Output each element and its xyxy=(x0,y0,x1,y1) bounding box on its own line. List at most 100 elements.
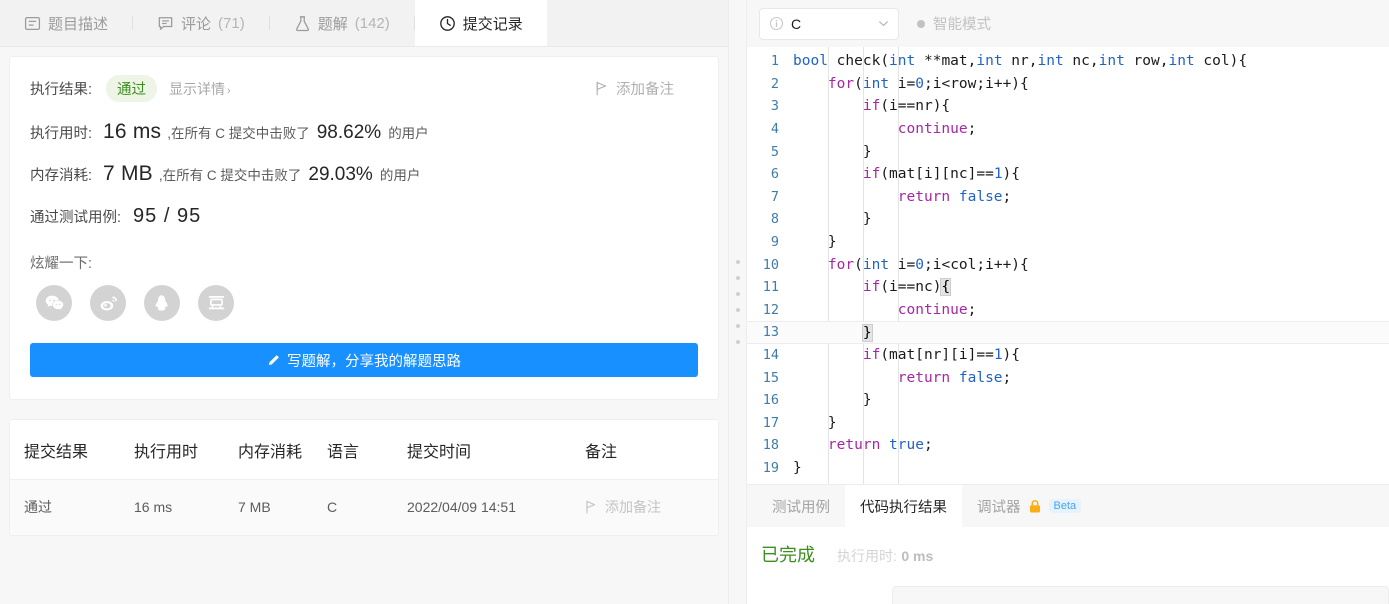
chevron-down-icon xyxy=(879,21,888,27)
console-body: 已完成 执行用时: 0 ms xyxy=(747,527,1389,604)
tab-submissions[interactable]: 提交记录 xyxy=(414,0,547,46)
left-pane: 题目描述 评论 (71) 题解 (142) 提交记录 执行结果: 通过 显示详情… xyxy=(0,0,728,604)
runtime-label: 执行用时: xyxy=(30,126,93,142)
code-line[interactable]: 16 } xyxy=(747,389,1389,412)
tab-comments[interactable]: 评论 (71) xyxy=(133,0,269,46)
share-icon-group xyxy=(30,285,698,321)
code-text: } xyxy=(793,144,872,160)
code-line[interactable]: 5 } xyxy=(747,140,1389,163)
code-line[interactable]: 9 } xyxy=(747,231,1389,254)
line-number: 19 xyxy=(762,459,779,476)
col-header-time: 提交时间 xyxy=(407,420,585,480)
tab-run-result[interactable]: 代码执行结果 xyxy=(845,485,962,527)
code-line[interactable]: 6 if(mat[i][nc]==1){ xyxy=(747,163,1389,186)
row-add-note-button[interactable]: 添加备注 xyxy=(585,497,718,517)
code-token: 0 xyxy=(915,256,924,273)
console-tab-bar: 测试用例 代码执行结果 调试器 Beta xyxy=(747,485,1389,527)
console-runtime: 执行用时: 0 ms xyxy=(837,546,933,566)
code-token: true xyxy=(889,437,924,454)
col-header-result: 提交结果 xyxy=(10,420,134,480)
cell-note[interactable]: 添加备注 xyxy=(585,479,718,535)
flask-icon xyxy=(294,15,311,32)
add-note-button[interactable]: 添加备注 xyxy=(595,78,698,99)
code-line[interactable]: 15 return false; xyxy=(747,366,1389,389)
code-line[interactable]: 8 } xyxy=(747,208,1389,231)
language-select[interactable]: C xyxy=(759,7,899,40)
qq-icon[interactable] xyxy=(144,285,180,321)
tab-problem-description[interactable]: 题目描述 xyxy=(0,0,132,46)
smart-mode-toggle[interactable]: 智能模式 xyxy=(917,13,991,34)
douban-icon[interactable] xyxy=(198,285,234,321)
code-line[interactable]: 17 } xyxy=(747,412,1389,435)
code-line[interactable]: 13 } xyxy=(747,321,1389,344)
memory-label: 内存消耗: xyxy=(30,168,93,184)
code-line[interactable]: 4 continue; xyxy=(747,118,1389,141)
code-text: } xyxy=(793,211,872,227)
runtime-mid-text: ,在所有 C 提交中击败了 xyxy=(167,126,310,141)
code-token: } xyxy=(793,414,837,431)
code-token: int xyxy=(1037,53,1064,70)
line-number: 3 xyxy=(770,98,779,115)
line-number: 6 xyxy=(770,166,779,183)
console-runtime-value: 0 ms xyxy=(901,548,934,564)
code-line[interactable]: 1 bool check(int **mat,int nr,int nc,int … xyxy=(747,50,1389,73)
code-token: continue xyxy=(897,121,968,138)
line-number: 16 xyxy=(762,392,779,409)
tab-solutions[interactable]: 题解 (142) xyxy=(270,0,414,46)
add-note-label: 添加备注 xyxy=(616,82,674,98)
pane-resize-handle[interactable] xyxy=(728,0,747,604)
code-token: 0 xyxy=(915,75,924,92)
console-tab-label: 测试用例 xyxy=(772,499,830,516)
code-token: 1 xyxy=(993,347,1003,364)
write-solution-button[interactable]: 写题解，分享我的解题思路 xyxy=(30,343,698,377)
code-token: col){ xyxy=(1194,53,1248,70)
tab-label: 题解 xyxy=(317,15,348,33)
tab-debugger[interactable]: 调试器 Beta xyxy=(962,485,1096,527)
code-token: } xyxy=(793,392,872,409)
table-header-row: 提交结果 执行用时 内存消耗 语言 提交时间 备注 xyxy=(10,420,718,480)
line-number: 15 xyxy=(762,369,779,386)
code-line[interactable]: 14 if(mat[nr][i]==1){ xyxy=(747,344,1389,367)
code-line[interactable]: 11 if(i==nc){ xyxy=(747,276,1389,299)
code-line[interactable]: 10 for(int i=0;i<col;i++){ xyxy=(747,253,1389,276)
code-line[interactable]: 19} xyxy=(747,457,1389,480)
show-detail-link[interactable]: 显示详情 › xyxy=(169,79,231,99)
wechat-icon[interactable] xyxy=(36,285,72,321)
code-token: int xyxy=(862,75,890,92)
code-token: nr, xyxy=(1002,53,1038,70)
line-number: 2 xyxy=(770,75,779,92)
code-line[interactable]: 18 return true; xyxy=(747,434,1389,457)
tab-testcases[interactable]: 测试用例 xyxy=(757,485,845,527)
table-row[interactable]: 通过 16 ms 7 MB C 2022/04/09 14:51 添加备注 xyxy=(10,479,718,535)
weibo-icon[interactable] xyxy=(90,285,126,321)
language-value: C xyxy=(791,15,802,32)
code-text: for(int i=0;i<col;i++){ xyxy=(793,257,1029,273)
code-token: ( xyxy=(880,53,890,70)
code-token: ( xyxy=(854,75,863,92)
code-token: **mat, xyxy=(915,53,977,70)
table-body: 通过 16 ms 7 MB C 2022/04/09 14:51 添加备注 xyxy=(10,479,718,535)
code-token: return xyxy=(897,188,951,205)
code-line[interactable]: 2 for(int i=0;i<row;i++){ xyxy=(747,73,1389,96)
code-line[interactable]: 3 if(i==nr){ xyxy=(747,95,1389,118)
smart-mode-label: 智能模式 xyxy=(933,17,991,33)
cell-result[interactable]: 通过 xyxy=(10,479,134,535)
code-token: if xyxy=(862,98,881,115)
runtime-percentile: 98.62% xyxy=(316,122,382,143)
app-root: 题目描述 评论 (71) 题解 (142) 提交记录 执行结果: 通过 显示详情… xyxy=(0,0,1389,604)
col-header-language: 语言 xyxy=(327,420,407,480)
code-editor[interactable]: 1 bool check(int **mat,int nr,int nc,int … xyxy=(747,47,1389,484)
memory-percentile: 29.03% xyxy=(308,164,373,185)
code-text: return false; xyxy=(793,188,1012,205)
code-line[interactable]: 7 return false; xyxy=(747,186,1389,209)
code-token: 1 xyxy=(993,166,1003,183)
code-text: return true; xyxy=(793,437,933,453)
code-line[interactable]: 12 continue; xyxy=(747,299,1389,322)
